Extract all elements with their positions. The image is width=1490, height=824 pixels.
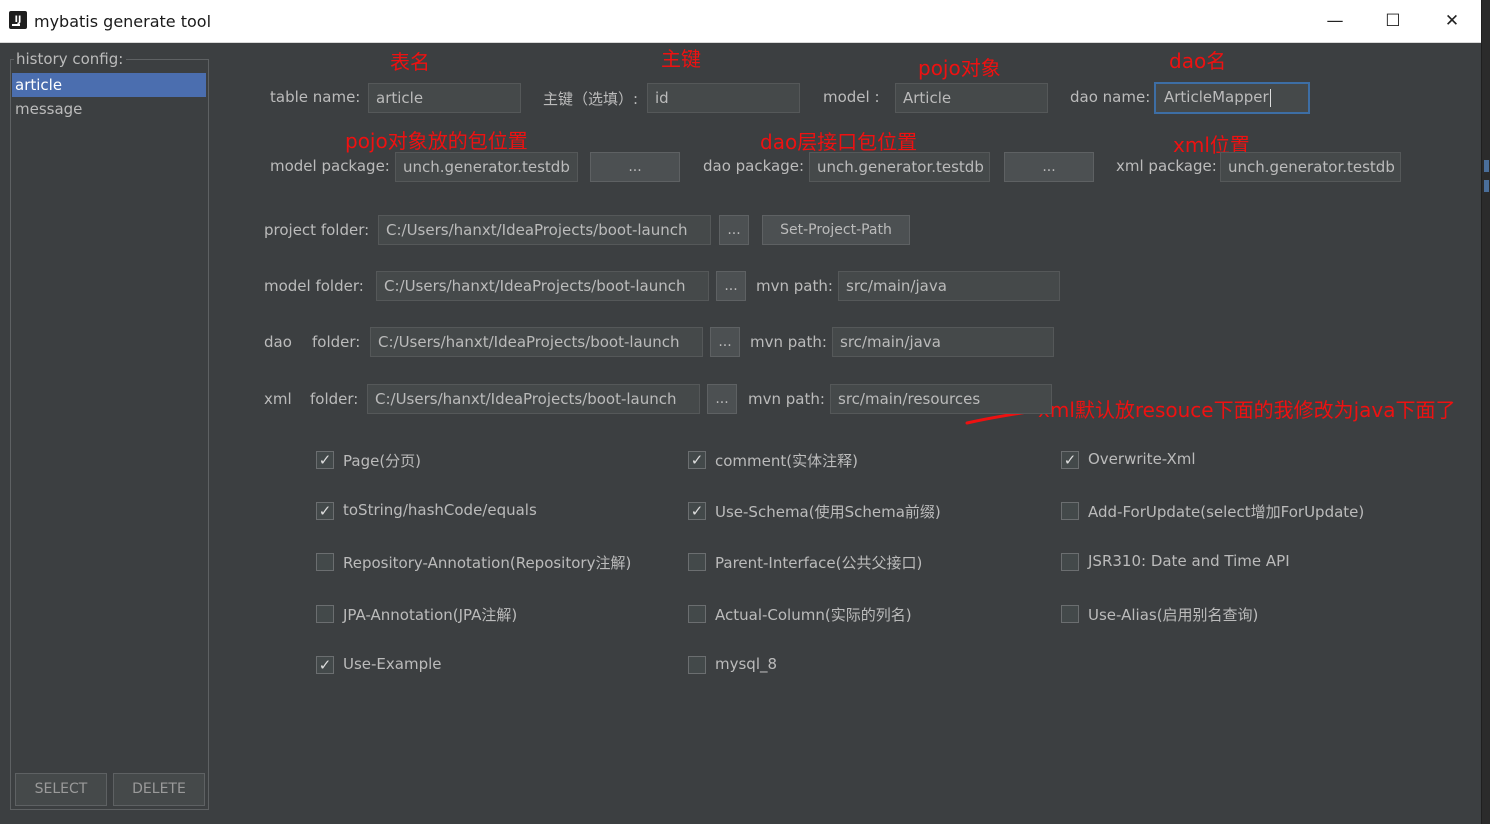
project-folder-label: project folder: [264, 221, 370, 239]
option-checkbox-label: Parent-Interface(公共父接口) [715, 554, 923, 572]
checkbox-unchecked[interactable] [688, 605, 706, 623]
primary-key-input[interactable]: id [647, 83, 800, 113]
option-checkbox-label: Add-ForUpdate(select增加ForUpdate) [1088, 503, 1365, 521]
option-checkbox-label: mysql_8 [715, 655, 778, 673]
model-package-browse-button[interactable]: ... [590, 152, 680, 182]
model-package-input[interactable]: unch.generator.testdb [395, 152, 578, 182]
history-item-article[interactable]: article [12, 73, 206, 97]
history-item-message[interactable]: message [12, 97, 206, 121]
project-folder-input[interactable]: C:/Users/hanxt/IdeaProjects/boot-launch [378, 215, 711, 245]
close-button[interactable]: ✕ [1429, 4, 1475, 38]
checkbox-unchecked[interactable] [316, 553, 334, 571]
annotation-table-name: 表名 [390, 50, 430, 74]
minimize-button[interactable]: — [1312, 4, 1358, 38]
checkbox-checked[interactable]: ✓ [688, 451, 706, 469]
checkbox-checked[interactable]: ✓ [1061, 451, 1079, 469]
model-mvn-path-label: mvn path: [756, 277, 833, 295]
delete-button[interactable]: DELETE [113, 773, 205, 806]
annotation-pojo-package: pojo对象放的包位置 [345, 129, 528, 153]
table-name-input[interactable]: article [368, 83, 521, 113]
title-bar: IJ mybatis generate tool — ☐ ✕ [0, 0, 1481, 43]
dao-folder-label: folder: [312, 333, 361, 351]
primary-key-label: 主键（选填）: [543, 90, 639, 108]
checkbox-checked[interactable]: ✓ [688, 502, 706, 520]
xml-folder-input[interactable]: C:/Users/hanxt/IdeaProjects/boot-launch [367, 384, 700, 414]
option-checkbox-label: Use-Alias(启用别名查询) [1088, 606, 1259, 624]
checkbox-unchecked[interactable] [688, 553, 706, 571]
annotation-dao-package: dao层接口包位置 [760, 130, 918, 154]
dao-package-label: dao package: [703, 157, 805, 175]
dao-folder-browse-button[interactable]: ... [710, 327, 740, 357]
project-folder-browse-button[interactable]: ... [719, 215, 749, 245]
annotation-dao-name: dao名 [1169, 49, 1227, 73]
option-checkbox-label: JPA-Annotation(JPA注解) [343, 606, 518, 624]
model-folder-input[interactable]: C:/Users/hanxt/IdeaProjects/boot-launch [376, 271, 709, 301]
option-checkbox-label: Overwrite-Xml [1088, 450, 1196, 468]
intellij-app-icon: IJ [9, 11, 27, 29]
background-window-strip [1481, 0, 1490, 824]
option-checkbox-label: JSR310: Date and Time API [1088, 552, 1290, 570]
option-checkbox-label: Use-Schema(使用Schema前缀) [715, 503, 941, 521]
checkbox-unchecked[interactable] [1061, 605, 1079, 623]
checkbox-unchecked[interactable] [688, 656, 706, 674]
xml-folder-browse-button[interactable]: ... [707, 384, 737, 414]
model-folder-browse-button[interactable]: ... [716, 271, 746, 301]
xml-package-label: xml package: [1116, 157, 1217, 175]
option-checkbox-label: Use-Example [343, 655, 442, 673]
dao-package-input[interactable]: unch.generator.testdb [809, 152, 990, 182]
dao-package-browse-button[interactable]: ... [1004, 152, 1094, 182]
checkmark-icon: ✓ [318, 656, 332, 674]
dao-name-label: dao name: [1070, 88, 1151, 106]
window-title: mybatis generate tool [34, 12, 212, 31]
option-checkbox-label: Repository-Annotation(Repository注解) [343, 554, 632, 572]
model-mvn-path-input[interactable]: src/main/java [838, 271, 1060, 301]
annotation-primary-key: 主键 [661, 47, 701, 71]
model-input[interactable]: Article [895, 83, 1048, 113]
checkbox-checked[interactable]: ✓ [316, 451, 334, 469]
set-project-path-button[interactable]: Set-Project-Path [762, 215, 910, 245]
option-checkbox-label: comment(实体注释) [715, 452, 858, 470]
dao-name-value: ArticleMapper [1164, 88, 1269, 106]
annotation-pojo: pojo对象 [918, 56, 1001, 80]
checkbox-unchecked[interactable] [1061, 502, 1079, 520]
maximize-button[interactable]: ☐ [1370, 4, 1416, 38]
history-panel [10, 59, 209, 810]
model-folder-label: model folder: [264, 277, 364, 295]
option-checkbox-label: toString/hashCode/equals [343, 501, 537, 519]
dao-mvn-path-label: mvn path: [750, 333, 827, 351]
model-label: model : [823, 88, 880, 106]
select-button[interactable]: SELECT [15, 773, 107, 806]
checkmark-icon: ✓ [318, 451, 332, 469]
checkbox-checked[interactable]: ✓ [316, 656, 334, 674]
dao-label: dao [264, 333, 292, 351]
xml-mvn-path-input[interactable]: src/main/resources [830, 384, 1052, 414]
checkmark-icon: ✓ [690, 502, 704, 520]
checkmark-icon: ✓ [690, 451, 704, 469]
checkmark-icon: ✓ [1063, 451, 1077, 469]
history-legend: history config: [14, 50, 127, 68]
table-name-label: table name: [270, 88, 361, 106]
dao-name-input[interactable]: ArticleMapper [1154, 82, 1310, 114]
checkbox-unchecked[interactable] [316, 605, 334, 623]
model-package-label: model package: [270, 157, 390, 175]
text-caret [1269, 88, 1271, 107]
checkbox-unchecked[interactable] [1061, 553, 1079, 571]
xml-mvn-path-label: mvn path: [748, 390, 825, 408]
checkmark-icon: ✓ [318, 502, 332, 520]
option-checkbox-label: Page(分页) [343, 452, 422, 470]
xml-label: xml [264, 390, 292, 408]
dao-folder-input[interactable]: C:/Users/hanxt/IdeaProjects/boot-launch [370, 327, 703, 357]
option-checkbox-label: Actual-Column(实际的列名) [715, 606, 912, 624]
dao-mvn-path-input[interactable]: src/main/java [832, 327, 1054, 357]
xml-package-input[interactable]: unch.generator.testdb [1220, 152, 1401, 182]
checkbox-checked[interactable]: ✓ [316, 502, 334, 520]
xml-folder-label: folder: [310, 390, 359, 408]
annotation-xml-note: xml默认放resouce下面的我修改为java下面了 [1038, 398, 1456, 422]
